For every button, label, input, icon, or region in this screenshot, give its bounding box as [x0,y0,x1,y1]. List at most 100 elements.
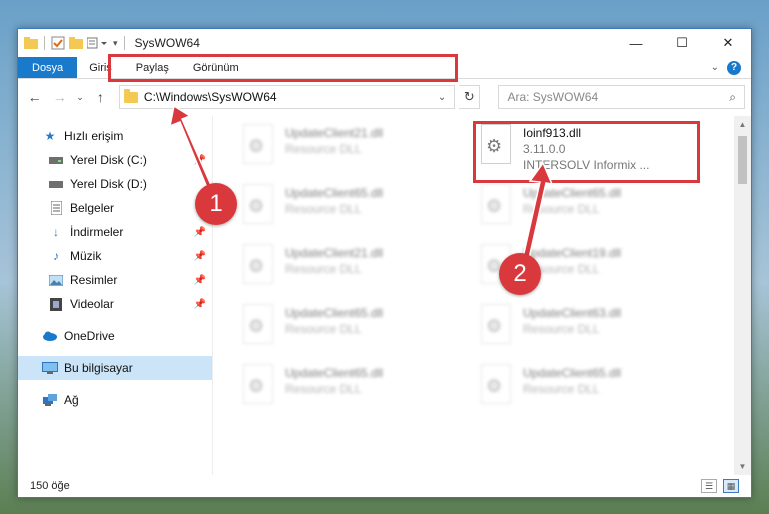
file-description: Resource DLL [285,322,362,336]
sidebar-item-this-pc[interactable]: Bu bilgisayar [18,356,212,380]
dll-file-icon: ⚙ [475,182,515,230]
sidebar-item-music[interactable]: ♪ Müzik 📌 [18,244,212,268]
file-name: UpdateClient65.dll [523,366,622,380]
pin-icon[interactable]: 📌 [194,275,206,286]
search-icon[interactable]: ⌕ [729,90,736,105]
file-description: Resource DLL [285,382,362,396]
status-bar: 150 öğe ☰ ▦ [18,475,751,497]
dll-file-icon: ⚙ [237,182,277,230]
network-icon [42,393,58,407]
sidebar-item-network[interactable]: Ağ [18,388,212,412]
sidebar-item-label: Videolar [70,297,114,311]
file-description: Resource DLL [285,262,362,276]
pin-icon[interactable]: 📌 [194,251,206,262]
file-highlight [473,121,700,183]
address-path[interactable]: C:\Windows\SysWOW64 [144,90,277,104]
dll-file-icon: ⚙ [475,302,515,350]
close-button[interactable]: ✕ [705,29,751,57]
item-count: 150 öğe [30,480,70,492]
sidebar-item-quick-access[interactable]: ★ Hızlı erişim [18,124,212,148]
address-row: ← → ⌄ ↑ C:\Windows\SysWOW64 ⌄ ↻ Ara: Sys… [18,79,751,115]
sidebar-item-label: Ağ [64,393,79,407]
view-switcher: ☰ ▦ [701,479,739,493]
forward-button[interactable]: → [49,86,70,108]
file-name: UpdateClient65.dll [285,366,384,380]
sidebar-item-downloads[interactable]: ↓ İndirmeler 📌 [18,220,212,244]
video-icon [48,297,64,311]
toolbar-dropdown-icon[interactable]: ▾ [113,38,118,49]
annotation-badge-1: 1 [195,183,237,225]
sidebar-item-local-disk-d[interactable]: Yerel Disk (D:) [18,172,212,196]
pin-icon[interactable]: 📌 [194,227,206,238]
file-item[interactable]: ⚙ UpdateClient65.dll Resource DLL [475,182,705,238]
file-item[interactable]: ⚙ UpdateClient65.dll Resource DLL [475,362,705,418]
download-icon: ↓ [53,225,59,239]
sidebar-item-label: Müzik [70,249,102,263]
sidebar-item-documents[interactable]: Belgeler [18,196,212,220]
file-item[interactable]: ⚙ UpdateClient21.dll Resource DLL [237,122,467,178]
toolbar-divider [44,36,45,50]
scroll-up-icon[interactable]: ▲ [734,116,751,133]
vertical-scrollbar[interactable]: ▲ ▼ [734,116,751,475]
dll-file-icon: ⚙ [237,302,277,350]
dll-file-icon: ⚙ [237,242,277,290]
back-button[interactable]: ← [24,86,45,108]
sidebar-item-videos[interactable]: Videolar 📌 [18,292,212,316]
customize-toolbar-icon[interactable] [87,37,109,49]
search-placeholder: Ara: SysWOW64 [507,90,599,104]
tiles-view-icon[interactable]: ▦ [723,479,739,493]
dll-file-icon: ⚙ [475,362,515,410]
expand-ribbon-icon[interactable]: ⌄ [711,62,719,73]
address-bar[interactable]: C:\Windows\SysWOW64 ⌄ [118,85,456,109]
new-folder-icon[interactable] [69,37,83,49]
file-description: Resource DLL [523,202,600,216]
file-item[interactable]: ⚙ UpdateClient65.dll Resource DLL [237,182,467,238]
document-icon [48,201,64,215]
search-box[interactable]: Ara: SysWOW64 ⌕ [498,85,745,109]
tab-file[interactable]: Dosya [18,57,78,78]
explorer-window: ▾ SysWOW64 — ☐ ✕ Dosya Giriş Paylaş Görü… [17,28,752,498]
recent-locations-icon[interactable]: ⌄ [74,86,86,108]
scroll-down-icon[interactable]: ▼ [734,458,751,475]
refresh-button[interactable]: ↻ [459,85,481,109]
sidebar-item-pictures[interactable]: Resimler 📌 [18,268,212,292]
navigation-pane: ★ Hızlı erişim Yerel Disk (C:) 📌 Yerel D… [18,116,213,475]
properties-icon[interactable] [51,36,65,50]
help-icon[interactable]: ? [727,60,741,75]
file-name: UpdateClient65.dll [523,186,622,200]
music-icon: ♪ [53,249,59,263]
sidebar-item-label: OneDrive [64,329,115,343]
sidebar-item-label: Bu bilgisayar [64,361,133,375]
sidebar-item-label: Resimler [70,273,118,287]
drive-icon [48,177,64,191]
details-view-icon[interactable]: ☰ [701,479,717,493]
file-name: UpdateClient65.dll [285,186,384,200]
maximize-button[interactable]: ☐ [659,29,705,57]
sidebar-item-onedrive[interactable]: OneDrive [18,324,212,348]
sidebar-item-label: Hızlı erişim [64,129,124,143]
file-item[interactable]: ⚙ UpdateClient65.dll Resource DLL [237,362,467,418]
pin-icon[interactable]: 📌 [194,299,206,310]
file-description: Resource DLL [285,142,362,156]
cloud-icon [42,329,58,343]
file-item[interactable]: ⚙ UpdateClient21.dll Resource DLL [237,242,467,298]
annotation-badge-2: 2 [499,253,541,295]
address-dropdown-icon[interactable]: ⌄ [438,92,454,103]
minimize-button[interactable]: — [613,29,659,57]
folder-icon [123,88,138,103]
file-item[interactable]: ⚙ UpdateClient63.dll Resource DLL [475,302,705,358]
file-description: Resource DLL [285,202,362,216]
title-bar: ▾ SysWOW64 — ☐ ✕ [18,29,751,57]
folder-icon [24,37,38,49]
file-description: Resource DLL [523,382,600,396]
pin-icon[interactable]: 📌 [194,155,206,166]
file-name: UpdateClient63.dll [523,306,622,320]
up-button[interactable]: ↑ [90,86,111,108]
file-item[interactable]: ⚙ UpdateClient65.dll Resource DLL [237,302,467,358]
sidebar-item-local-disk-c[interactable]: Yerel Disk (C:) 📌 [18,148,212,172]
scroll-thumb[interactable] [738,136,747,184]
dll-file-icon: ⚙ [237,122,277,170]
